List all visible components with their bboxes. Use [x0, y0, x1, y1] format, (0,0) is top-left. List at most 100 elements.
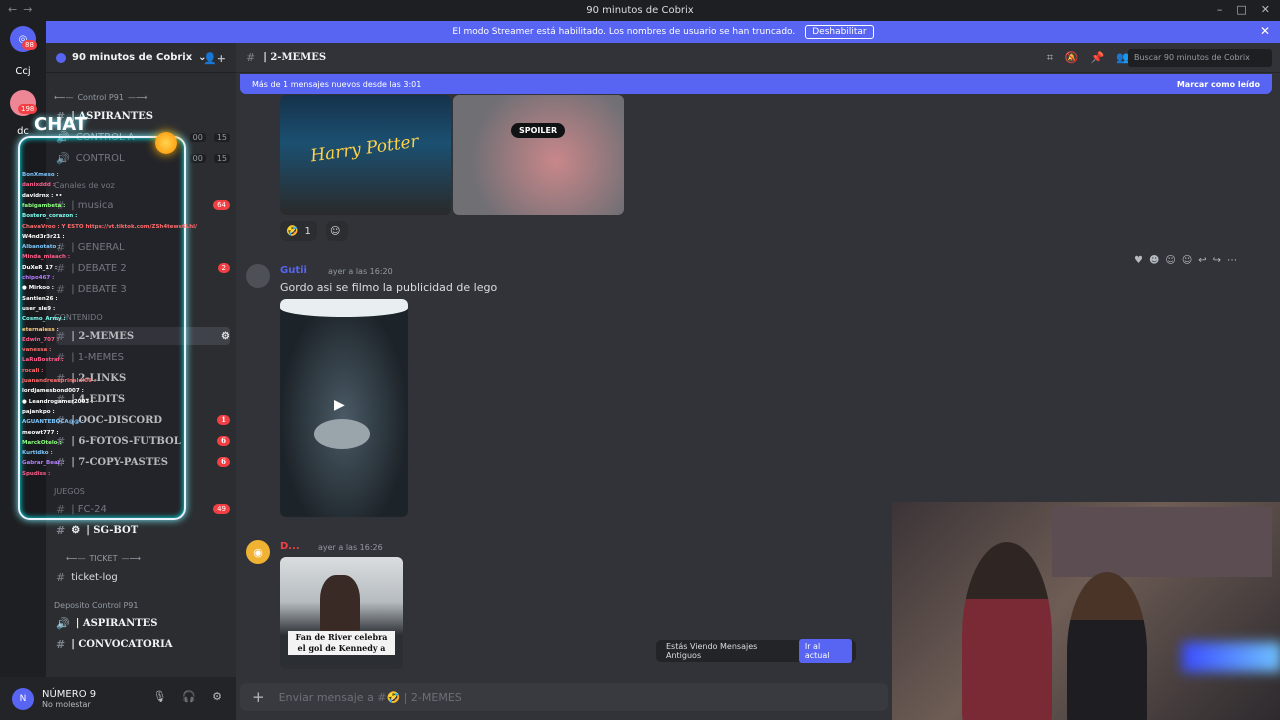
caption-line: Fan de River celebra [295, 632, 388, 642]
overlay-chat-line: vanessa : [22, 347, 52, 354]
spoiler-image[interactable]: SPOILER [453, 95, 624, 215]
close-icon[interactable]: ✕ [1260, 24, 1270, 38]
overlay-chat-line: ChavaVroo : Y ESTO https://vt.tiktok.com… [22, 223, 198, 230]
forward-icon[interactable]: ↪ [1213, 255, 1221, 266]
channel-sg-bot[interactable]: # ⚙ | SG-BOT [56, 521, 230, 539]
settings-gear-icon[interactable]: ⚙ [221, 331, 230, 342]
server-name: 90 minutos de Cobrix [72, 52, 193, 63]
banner-text: El modo Streamer está habilitado. Los no… [452, 27, 796, 37]
emoji-reaction-icon[interactable]: ☻ [1149, 255, 1159, 266]
overlay-chat-line: davidrnx : •• [22, 192, 63, 199]
channel-label: ticket-log [71, 571, 118, 583]
channel-ticket-log[interactable]: # ticket-log [56, 568, 230, 586]
window-title: 90 minutos de Cobrix [586, 4, 694, 16]
category-control[interactable]: ⟵— Control P91 —⟶ [54, 93, 147, 102]
microphone-icon[interactable]: 🎙 [152, 690, 166, 703]
lego-video-thumbnail[interactable]: ▶ [280, 299, 408, 517]
add-user-icon[interactable]: 👤+ [203, 52, 226, 65]
overlay-chat-line: LaRuBostral : [22, 357, 64, 364]
user-controls: 🎙 🎧 ⚙ [152, 690, 222, 703]
message-input[interactable]: + Enviar mensaje a #🤣 | 2-MEMES [240, 683, 888, 711]
overlay-chat-line: MarckOtelo : [22, 439, 62, 446]
arrow-right-icon: —⟶ [121, 554, 141, 563]
mute-icon[interactable]: 🔕 [1065, 51, 1079, 65]
search-input[interactable]: Buscar 90 minutos de Cobrix [1128, 49, 1272, 67]
add-reaction-icon[interactable]: ☺ [1182, 255, 1192, 266]
overlay-chat-line: BonXmeso : [22, 172, 59, 178]
overlay-chat-line: meowt777 : [22, 429, 59, 436]
home-badge: 88 [22, 40, 37, 50]
emoji-reaction-icon[interactable]: ☺ [1165, 255, 1175, 266]
play-icon[interactable]: ▶ [334, 397, 345, 413]
arrow-right-icon: —⟶ [127, 93, 148, 102]
back-forward-icons[interactable]: ←→ [8, 3, 38, 16]
channel-title: | 2-MEMES [263, 52, 327, 63]
pin-icon[interactable]: 📌 [1091, 51, 1105, 65]
category-ticket[interactable]: ⟵— TICKET —⟶ [66, 554, 141, 563]
user-count: 00 [189, 132, 206, 142]
server-ccj[interactable]: Ccj [10, 58, 36, 84]
close-icon[interactable]: ✕ [1261, 3, 1270, 16]
jump-to-present-button[interactable]: Ir al actual [798, 639, 852, 663]
server-badge: 198 [18, 104, 38, 114]
overlay-chat-line: danixddd : [22, 182, 55, 189]
channel-convocatoria[interactable]: # | CONVOCATORIA [56, 635, 230, 653]
studio-light [280, 299, 408, 317]
overlay-chat-line: juanandreasprinaldi06 : [22, 378, 97, 384]
more-icon[interactable]: ⋯ [1227, 255, 1237, 266]
add-reaction-button[interactable]: ☺ [326, 221, 348, 241]
caption-line: el gol de Kennedy a [297, 643, 386, 653]
window-titlebar: ←→ 90 minutos de Cobrix – □ ✕ [0, 0, 1280, 20]
mention-badge: 49 [213, 504, 230, 514]
avatar[interactable]: N [12, 687, 34, 710]
message-author[interactable]: Gutii [280, 265, 307, 276]
reaction-laugh[interactable]: 🤣 1 [280, 221, 317, 241]
overlay-chat-line: rocali : [22, 367, 44, 374]
overlay-title: CHAT [34, 114, 88, 135]
disable-streamer-button[interactable]: Deshabilitar [805, 25, 874, 39]
mark-as-read-button[interactable]: Marcar como leído [1177, 80, 1260, 89]
arrow-left-icon: ⟵— [54, 93, 74, 102]
voice-channel-icon: 🔊 [56, 616, 70, 630]
headphones-icon[interactable]: 🎧 [182, 690, 196, 703]
user-info[interactable]: NÚMERO 9 No molestar [42, 689, 96, 709]
person-shape [320, 575, 360, 635]
category-deposito[interactable]: Deposito Control P91 [54, 601, 138, 610]
channel-label: | SG-BOT [86, 524, 139, 536]
spoiler-label: SPOILER [511, 123, 566, 138]
threads-icon[interactable]: ⌗ [1047, 51, 1053, 65]
server-icon [56, 52, 66, 63]
server-label: Ccj [15, 65, 31, 77]
username: NÚMERO 9 [42, 688, 97, 700]
heart-reaction-icon[interactable]: ♥ [1134, 255, 1143, 266]
message-actions: ♥ ☻ ☺ ☺ ↩ ↪ ⋯ [1134, 255, 1237, 266]
user-limit: 15 [213, 132, 230, 142]
overlay-chat-line: user_sle9 : [22, 305, 56, 312]
avatar[interactable] [246, 264, 270, 288]
new-messages-bar[interactable]: Más de 1 mensajes nuevos desde las 3:01 … [240, 74, 1272, 94]
category-label: Deposito Control P91 [54, 601, 139, 610]
server-header[interactable]: 90 minutos de Cobrix ⌄ 👤+ [46, 43, 236, 73]
header-toolbar: ⌗ 🔕 📌 👥 [1047, 51, 1130, 65]
overlay-chat-line: DuXeR_17 : [22, 264, 58, 271]
window-controls[interactable]: – □ ✕ [1217, 3, 1270, 16]
maximize-icon[interactable]: □ [1236, 3, 1246, 16]
new-messages-text: Más de 1 mensajes nuevos desde las 3:01 [252, 79, 422, 89]
river-video-thumbnail[interactable]: Fan de River celebra el gol de Kennedy a [280, 557, 403, 669]
overlay-chat-line: Bostero_corazon : [22, 213, 78, 220]
discord-avatar-icon[interactable]: ◉ [246, 540, 270, 564]
overlay-chat-line: W4nd3r3r21 : [22, 233, 65, 240]
overlay-chat-line: Gabrar_Bear : [22, 460, 65, 467]
harry-potter-image[interactable]: Harry Potter [280, 95, 451, 215]
channel-aspirantes-2[interactable]: 🔊 | ASPIRANTES [56, 614, 230, 632]
reply-icon[interactable]: ↩ [1198, 255, 1206, 266]
add-attachment-icon[interactable]: + [252, 688, 265, 706]
message-author[interactable]: D... [280, 541, 300, 552]
mention-badge: 6 [217, 457, 230, 467]
overlay-chat-line: Minda_miaach : [22, 254, 71, 261]
mention-badge: 1 [217, 415, 230, 425]
text-channel-icon: # [56, 570, 66, 584]
settings-gear-icon[interactable]: ⚙ [212, 690, 222, 703]
minimize-icon[interactable]: – [1217, 3, 1223, 16]
user-count: 00 [189, 153, 206, 163]
